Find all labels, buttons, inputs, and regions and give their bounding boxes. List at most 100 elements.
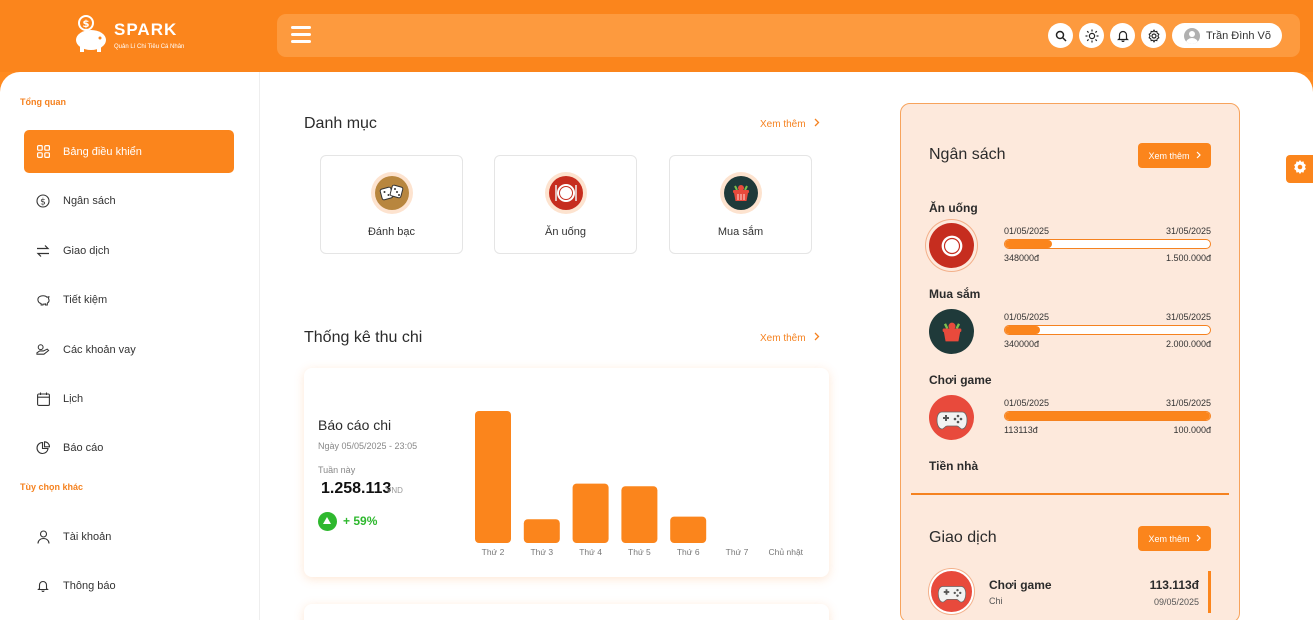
chart-x-tick-label: Thứ 6 — [677, 547, 700, 557]
top-bar: $ SPARK Quản Lí Chi Tiêu Cá Nhân Trần Đì… — [0, 0, 1313, 72]
calendar-icon — [36, 392, 50, 406]
sidebar-item-notifications[interactable]: Thông báo — [24, 564, 234, 607]
transaction-type: Chi — [989, 596, 1003, 606]
sidebar-item-label: Tiết kiệm — [63, 293, 108, 306]
svg-text:$: $ — [40, 197, 46, 207]
chart-x-tick-label: Chủ nhật — [769, 547, 804, 557]
week-label: Tuần này — [318, 465, 356, 475]
chart-bar[interactable] — [475, 411, 511, 543]
sidebar-item-dashboard[interactable]: Bảng điều khiển — [24, 130, 234, 173]
categories-title: Danh mục — [304, 115, 377, 132]
report-date: Ngày 05/05/2025 - 23:05 — [318, 441, 418, 451]
svg-text:$: $ — [83, 19, 90, 30]
sidebar-item-savings[interactable]: Tiết kiệm — [24, 278, 234, 321]
piggy-bank-logo-icon: $ — [76, 15, 106, 52]
budget-limit: 100.000đ — [1173, 425, 1211, 435]
user-menu-button[interactable]: Trần Đình Võ — [1172, 23, 1282, 48]
pie-chart-icon — [36, 440, 50, 455]
budget-spent: 340000đ — [1004, 339, 1040, 349]
brand-name: SPARK — [114, 20, 178, 39]
gear-icon — [1292, 159, 1308, 180]
chevron-right-icon — [1196, 534, 1201, 544]
chart-x-tick-label: Thứ 3 — [530, 547, 553, 557]
budget-progress-bar — [1004, 325, 1211, 335]
budget-progress-fill — [1005, 326, 1040, 334]
sidebar-item-label: Tài khoản — [63, 530, 112, 543]
category-card-food[interactable]: Ăn uống — [494, 155, 637, 254]
panel-divider — [911, 493, 1229, 495]
budget-progress-fill — [1005, 412, 1210, 420]
sidebar-item-label: Ngân sách — [63, 194, 116, 207]
sidebar: Tổng quan Bảng điều khiển $ Ngân sách Gi… — [0, 72, 260, 620]
chart-bar[interactable] — [670, 516, 707, 543]
sidebar-item-label: Báo cáo — [63, 441, 104, 454]
chart-x-tick-label: Thứ 7 — [726, 547, 749, 557]
sidebar-item-calendar[interactable]: Lịch — [24, 377, 234, 420]
sidebar-section-overview: Tổng quan — [20, 97, 66, 107]
sidebar-item-transactions[interactable]: Giao dịch — [24, 229, 234, 272]
brand-tagline: Quản Lí Chi Tiêu Cá Nhân — [114, 44, 185, 50]
category-card-shopping[interactable]: Mua sắm — [669, 155, 812, 254]
transactions-see-more-button[interactable]: Xem thêm — [1138, 526, 1211, 551]
sidebar-item-budget[interactable]: $ Ngân sách — [24, 179, 234, 222]
budget-start-date: 01/05/2025 — [1004, 226, 1050, 236]
category-label: Mua sắm — [717, 226, 764, 238]
chevron-right-icon — [814, 118, 820, 130]
stats-see-more-link[interactable]: Xem thêm — [760, 332, 820, 344]
budget-item-name: Ăn uống — [929, 201, 978, 215]
second-report-card — [304, 604, 829, 620]
basket-icon — [929, 309, 974, 354]
chevron-right-icon — [1196, 151, 1201, 161]
search-icon[interactable] — [1048, 23, 1073, 48]
chevron-right-icon — [814, 332, 820, 344]
transaction-date: 09/05/2025 — [1153, 597, 1199, 607]
budget-limit: 1.500.000đ — [1165, 253, 1211, 263]
budget-item-name: Chơi game — [929, 373, 992, 387]
dice-icon — [371, 172, 413, 214]
bell-icon[interactable] — [1110, 23, 1135, 48]
sidebar-section-other: Tùy chọn khác — [20, 482, 84, 492]
brand-logo[interactable]: $ SPARK Quản Lí Chi Tiêu Cá Nhân — [70, 14, 230, 58]
right-panel: Ngân sách Xem thêm Ăn uống 01/05/2025 31… — [900, 103, 1240, 620]
budget-item-name: Tiền nhà — [929, 459, 979, 473]
chart-bar[interactable] — [621, 486, 658, 543]
budget-progress-bar — [1004, 411, 1211, 421]
total-amount: 1.258.113 — [321, 480, 392, 497]
sidebar-item-loans[interactable]: Các khoản vay — [24, 328, 234, 371]
budget-end-date: 31/05/2025 — [1165, 312, 1211, 322]
category-label: Ăn uống — [545, 226, 586, 238]
sidebar-item-reports[interactable]: Báo cáo — [24, 426, 234, 469]
settings-drawer-tab[interactable] — [1286, 155, 1313, 183]
see-more-label: Xem thêm — [760, 118, 806, 130]
budget-end-date: 31/05/2025 — [1165, 226, 1211, 236]
expense-report-card: Báo cáo chi Ngày 05/05/2025 - 23:05 Tuần… — [304, 368, 829, 577]
chart-bar[interactable] — [523, 519, 560, 543]
plate-icon — [545, 172, 587, 214]
chart-x-tick-label: Thứ 2 — [482, 547, 505, 557]
sun-icon[interactable] — [1079, 23, 1104, 48]
sidebar-item-label: Bảng điều khiển — [63, 145, 142, 158]
budget-see-more-button[interactable]: Xem thêm — [1138, 143, 1211, 168]
avatar — [1184, 27, 1200, 44]
gear-icon[interactable] — [1141, 23, 1166, 48]
budget-start-date: 01/05/2025 — [1004, 398, 1050, 408]
piggy-bank-icon — [36, 293, 50, 307]
change-percent: + 59% — [343, 514, 378, 528]
budget-progress-fill — [1005, 240, 1053, 248]
sidebar-item-label: Lịch — [63, 392, 84, 405]
sidebar-item-label: Các khoản vay — [63, 343, 136, 356]
transaction-accent-bar — [1208, 571, 1211, 613]
transaction-name[interactable]: Chơi game — [989, 578, 1052, 592]
sidebar-item-account[interactable]: Tài khoản — [24, 515, 234, 558]
chart-bar[interactable] — [572, 483, 609, 543]
stats-title: Thống kê thu chi — [304, 329, 423, 346]
dollar-icon: $ — [36, 193, 50, 208]
menu-icon[interactable] — [291, 26, 311, 44]
categories-see-more-link[interactable]: Xem thêm — [760, 118, 820, 130]
budget-start-date: 01/05/2025 — [1004, 312, 1050, 322]
expense-bar-chart: Thứ 2 Thứ 3 Thứ 4 Thứ 5 Thứ 6 Thứ 7 Chủ nhật — [475, 411, 804, 557]
transactions-title: Giao dịch — [929, 529, 997, 546]
sidebar-item-label: Giao dịch — [63, 244, 110, 257]
category-card-gambling[interactable]: Đánh bạc — [320, 155, 463, 254]
see-more-label: Xem thêm — [1148, 533, 1190, 544]
